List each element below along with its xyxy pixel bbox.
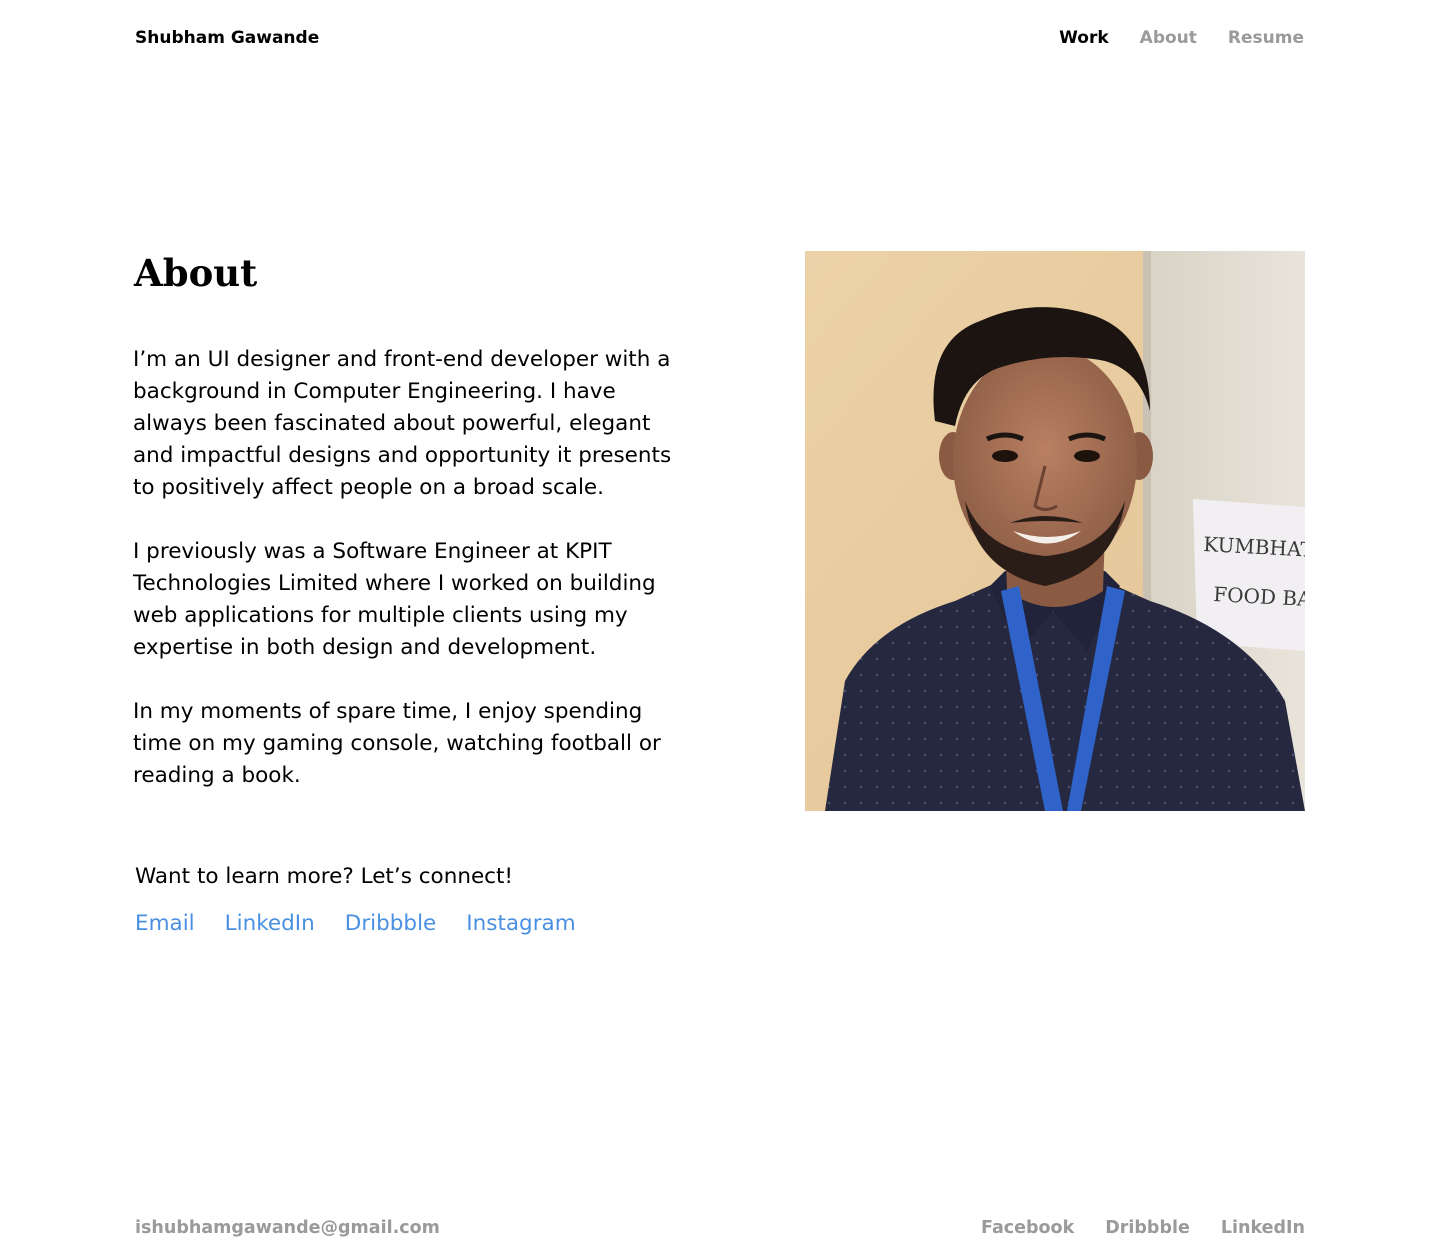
footer-facebook-link[interactable]: Facebook [981,1218,1074,1238]
brand-link[interactable]: Shubham Gawande [135,28,319,48]
bio-paragraph-intro: I’m an UI designer and front-end develop… [133,347,672,500]
profile-photo: KUMBHATHON FOOD BAY [805,251,1305,811]
nav-resume[interactable]: Resume [1228,28,1304,48]
bio-paragraph-hobbies: In my moments of spare time, I enjoy spe… [133,699,661,788]
connect-text: Want to learn more? Let’s connect! [135,864,514,889]
footer-linkedin-link[interactable]: LinkedIn [1221,1218,1305,1238]
site-header: Shubham Gawande Work About Resume [135,24,1304,52]
main-nav: Work About Resume [1059,28,1304,48]
connect-dribbble-link[interactable]: Dribbble [345,907,437,941]
footer-dribbble-link[interactable]: Dribbble [1105,1218,1190,1238]
connect-linkedin-link[interactable]: LinkedIn [225,907,315,941]
connect-email-link[interactable]: Email [135,907,195,941]
page-title: About [134,251,258,295]
site-footer: ishubhamgawande@gmail.com Facebook Dribb… [135,1212,1305,1244]
footer-links: Facebook Dribbble LinkedIn [981,1218,1305,1238]
nav-about[interactable]: About [1140,28,1197,48]
footer-email-link[interactable]: ishubhamgawande@gmail.com [135,1218,440,1238]
bio-section: I’m an UI designer and front-end develop… [133,344,678,824]
bio-paragraph-career: I previously was a Software Engineer at … [133,539,656,660]
connect-links: Email LinkedIn Dribbble Instagram [135,907,576,941]
connect-instagram-link[interactable]: Instagram [466,907,575,941]
nav-work[interactable]: Work [1059,28,1109,48]
